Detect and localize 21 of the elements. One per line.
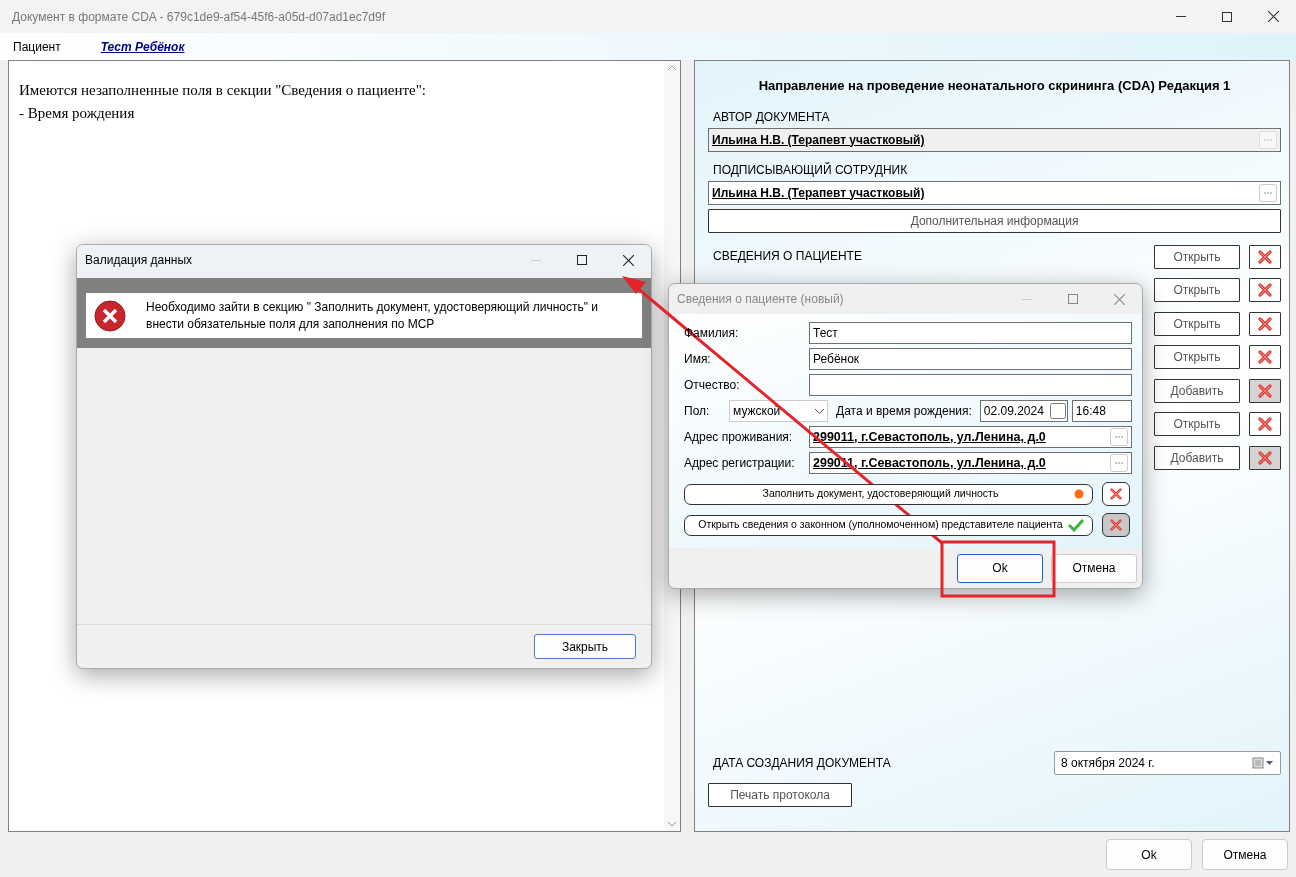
dialog-title: Сведения о пациенте (новый) bbox=[677, 291, 844, 308]
field-label: Адрес регистрации: bbox=[684, 455, 796, 472]
date-value: 8 октября 2024 г. bbox=[1061, 755, 1155, 772]
field-label: Имя: bbox=[684, 351, 712, 368]
field-label: ПОДПИСЫВАЮЩИЙ СОТРУДНИК bbox=[713, 161, 909, 179]
window-title: Документ в формате CDA - 679c1de9-af54-45f6-a05d-d07ad1ec7d9f bbox=[12, 8, 386, 26]
field-label: Пол: bbox=[684, 403, 711, 420]
message-text: Имеются незаполненные поля в секции "Сведения о пациенте": bbox=[19, 81, 427, 100]
patient-label: Пациент bbox=[13, 38, 61, 56]
form-title: Направление на проведение неонатального скрининга (CDA) Редакция 1 bbox=[757, 77, 1232, 95]
field-label: Дата и время рождения: bbox=[836, 403, 972, 420]
field-label: АВТОР ДОКУМЕНТА bbox=[713, 108, 831, 126]
field-value: Ильина Н.В. (Терапевт участковый) bbox=[712, 131, 925, 149]
dialog-title: Валидация данных bbox=[85, 252, 193, 269]
section-label: СВЕДЕНИЯ О ПАЦИЕНТЕ bbox=[713, 247, 863, 265]
message-text: - Время рождения bbox=[19, 104, 136, 123]
date-label: ДАТА СОЗДАНИЯ ДОКУМЕНТА bbox=[713, 755, 891, 772]
error-message: Необходимо зайти в секцию " Заполнить документ, удостоверяющий личность" и внести обязательные поля для заполнения по МСР bbox=[146, 298, 599, 333]
field-value: Ильина Н.В. (Терапевт участковый) bbox=[712, 184, 925, 202]
field-label: Отчество: bbox=[684, 377, 741, 394]
field-label: Адрес проживания: bbox=[684, 429, 794, 446]
